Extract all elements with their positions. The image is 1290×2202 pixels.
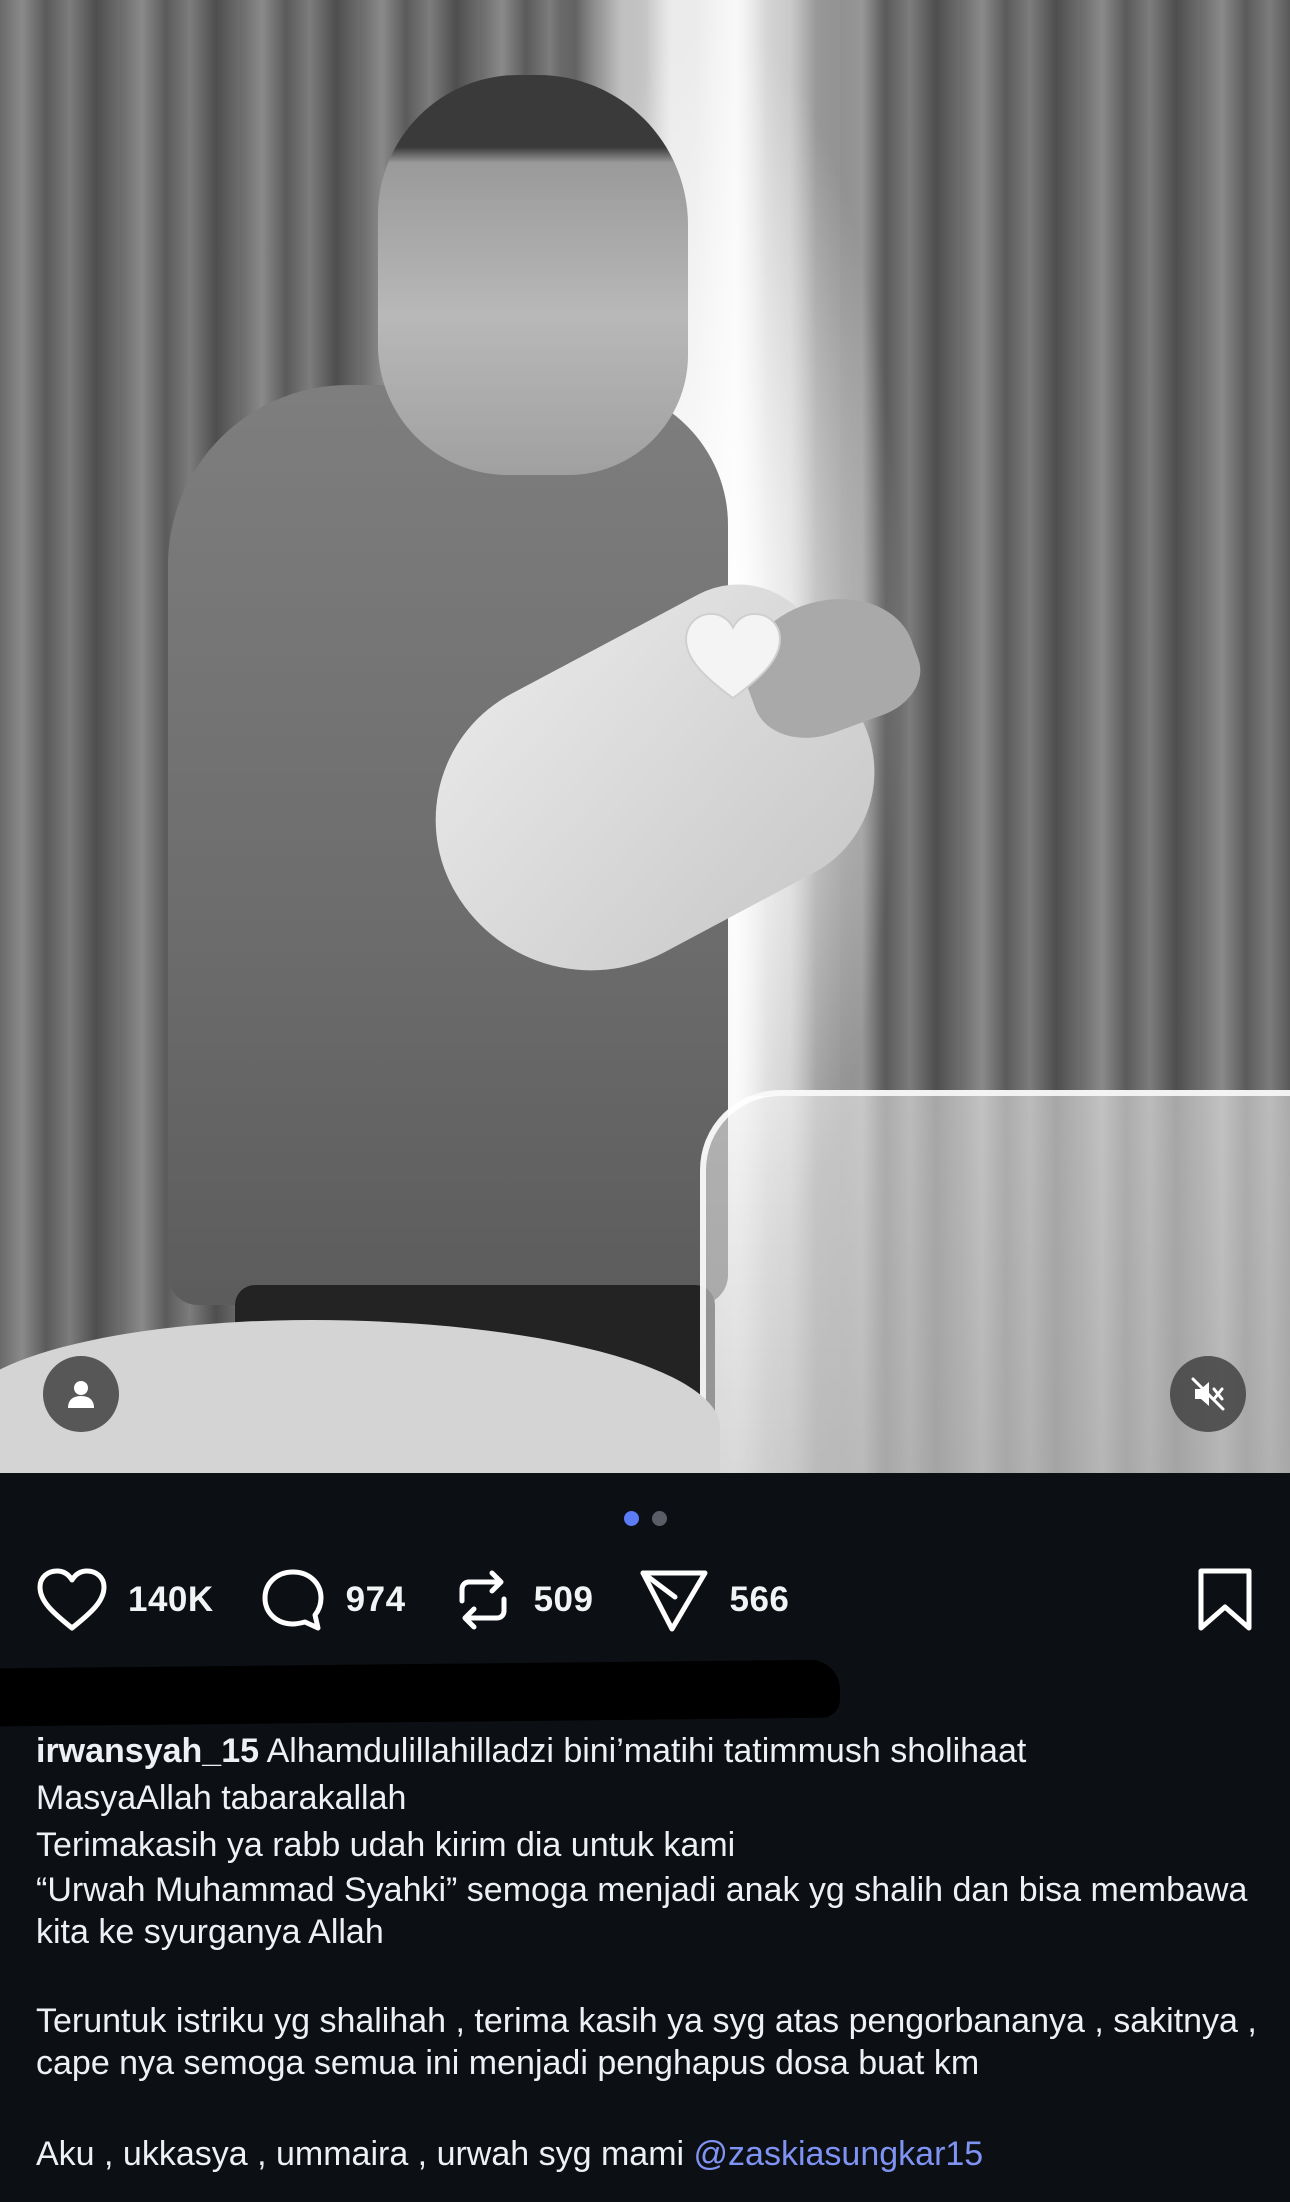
post-photo[interactable]	[0, 0, 1290, 1473]
mute-button[interactable]	[1170, 1356, 1246, 1432]
redaction-mark	[0, 1659, 840, 1727]
caption-line: MasyaAllah tabarakallah	[36, 1779, 407, 1817]
comment-button[interactable]: 974	[260, 1567, 406, 1633]
caption-line: irwansyah_15 Alhamdulillahilladzi bini’m…	[36, 1728, 1266, 1775]
person-icon	[68, 1381, 94, 1408]
heart-sticker-icon	[685, 612, 781, 700]
action-bar: 140K 974 509 566	[36, 1565, 1254, 1635]
heart-icon	[37, 1568, 107, 1631]
carousel-dot	[651, 1511, 667, 1526]
user-tag-button[interactable]	[43, 1356, 119, 1432]
share-button[interactable]: 566	[639, 1567, 789, 1633]
bookmark-button[interactable]	[1196, 1567, 1254, 1633]
caption-text: Aku , ukkasya , ummaira , urwah syg mami	[36, 2135, 685, 2173]
like-button[interactable]: 140K	[36, 1568, 214, 1632]
repost-button[interactable]: 509	[452, 1567, 594, 1633]
like-count: 140K	[128, 1580, 214, 1619]
carousel-indicator	[0, 1511, 1290, 1526]
post-caption: irwansyah_15 Alhamdulillahilladzi bini’m…	[36, 1728, 1266, 2178]
mention-link[interactable]: @zaskiasungkar15	[694, 2135, 984, 2173]
bookmark-icon	[1198, 1568, 1252, 1631]
caption-line: “Urwah Muhammad Syahki” semoga menjadi a…	[36, 1871, 1248, 1951]
repost-icon	[459, 1570, 507, 1630]
carousel-dot-active	[623, 1511, 639, 1526]
caption-line: Aku , ukkasya , ummaira , urwah syg mami…	[36, 2131, 1266, 2178]
repost-count: 509	[533, 1580, 594, 1619]
share-count: 566	[729, 1580, 790, 1619]
man-head	[378, 75, 688, 475]
comment-bubble-icon	[262, 1569, 324, 1631]
caption-line: Terimakasih ya rabb udah kirim dia untuk…	[36, 1826, 736, 1864]
caption-username[interactable]: irwansyah_15	[36, 1732, 259, 1770]
caption-text: Alhamdulillahilladzi bini’matihi tatimmu…	[266, 1732, 1027, 1770]
comment-count: 974	[345, 1580, 406, 1619]
caption-line: Teruntuk istriku yg shalihah , terima ka…	[36, 2002, 1257, 2082]
speaker-muted-icon	[1191, 1377, 1225, 1411]
send-icon	[640, 1570, 708, 1632]
